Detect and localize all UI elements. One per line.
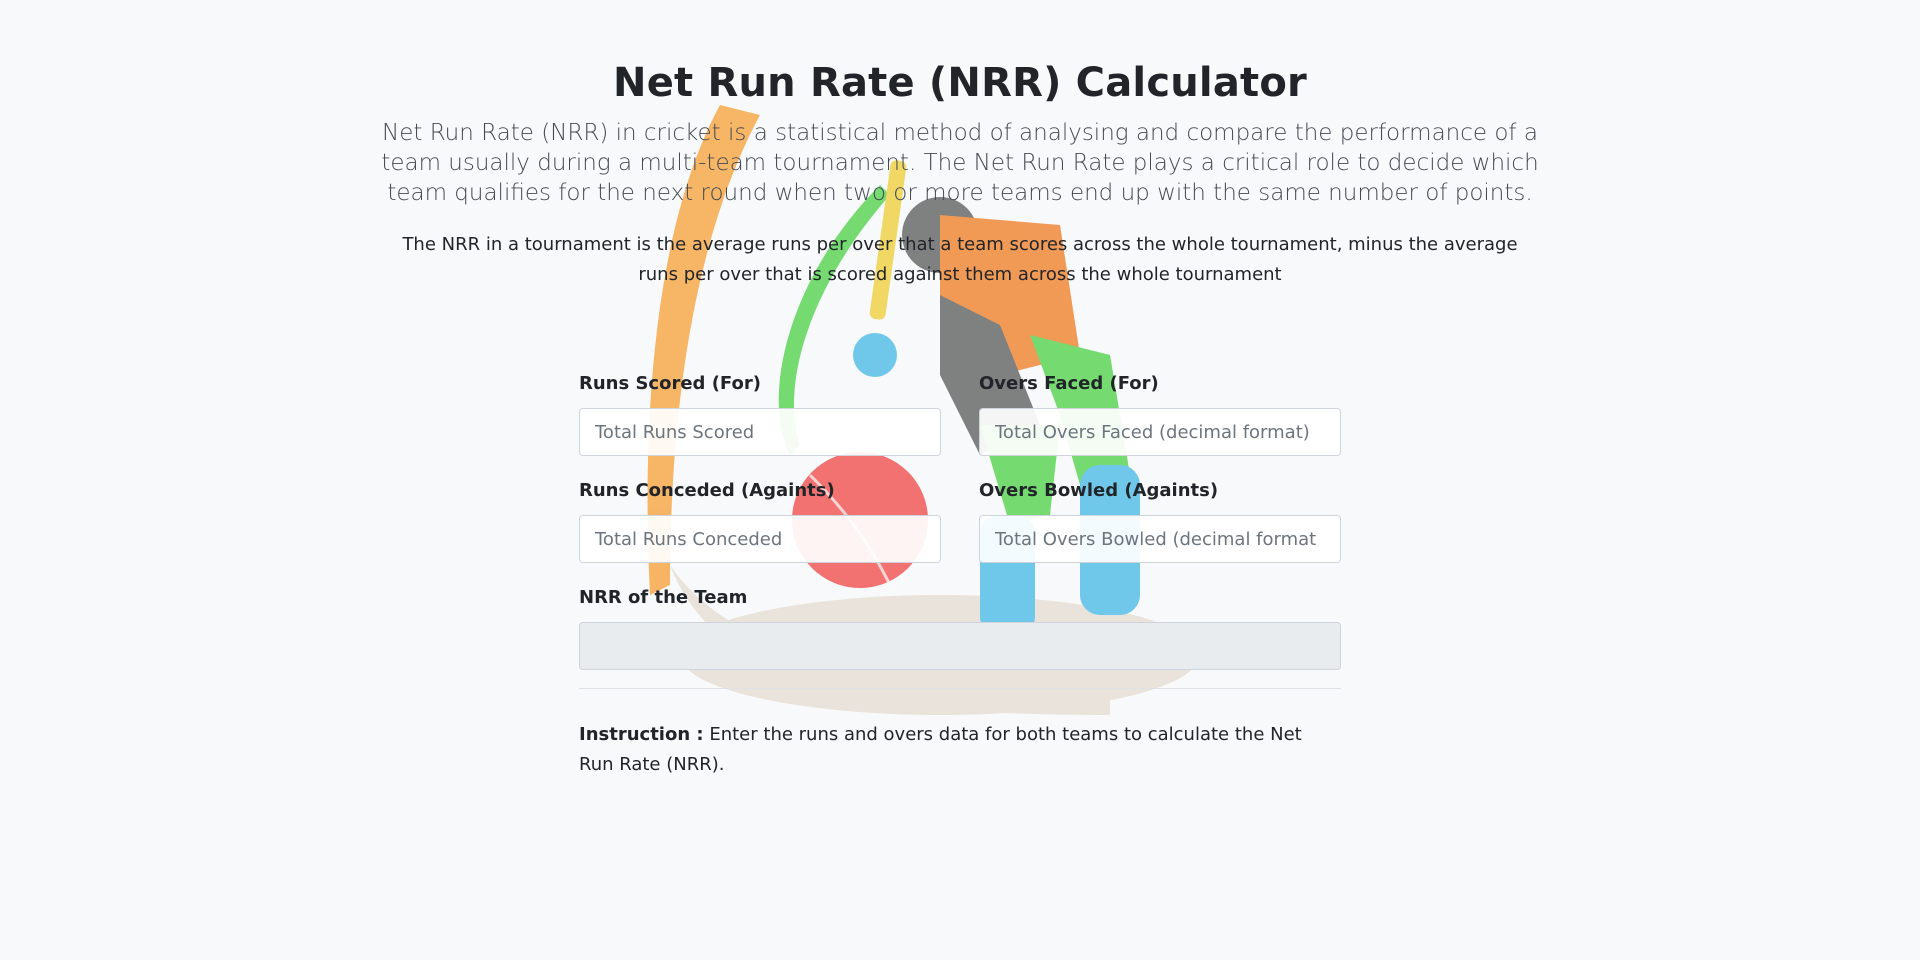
overs-faced-label: Overs Faced (For)	[979, 373, 1159, 394]
overs-bowled-label: Overs Bowled (Againts)	[979, 480, 1219, 501]
runs-scored-input[interactable]	[579, 408, 941, 456]
runs-conceded-label: Runs Conceded (Againts)	[579, 480, 835, 501]
runs-conceded-group: Runs Conceded (Againts)	[579, 477, 941, 563]
divider	[579, 688, 1341, 689]
overs-bowled-input[interactable]	[979, 515, 1341, 563]
nrr-result-group: NRR of the Team	[579, 584, 1341, 670]
overs-faced-group: Overs Faced (For)	[979, 370, 1341, 456]
instruction-label: Instruction :	[579, 724, 704, 745]
intro-lead: Net Run Rate (NRR) in cricket is a stati…	[381, 120, 1539, 206]
instruction-text: Instruction : Enter the runs and overs d…	[579, 720, 1341, 780]
nrr-result-label: NRR of the Team	[579, 587, 748, 608]
overs-faced-input[interactable]	[979, 408, 1341, 456]
overs-bowled-group: Overs Bowled (Againts)	[979, 477, 1341, 563]
page-title: Net Run Rate (NRR) Calculator	[613, 60, 1307, 106]
runs-scored-group: Runs Scored (For)	[579, 370, 941, 456]
intro-description: The NRR in a tournament is the average r…	[402, 234, 1518, 285]
runs-scored-label: Runs Scored (For)	[579, 373, 761, 394]
runs-conceded-input[interactable]	[579, 515, 941, 563]
nrr-result-field	[579, 622, 1341, 670]
